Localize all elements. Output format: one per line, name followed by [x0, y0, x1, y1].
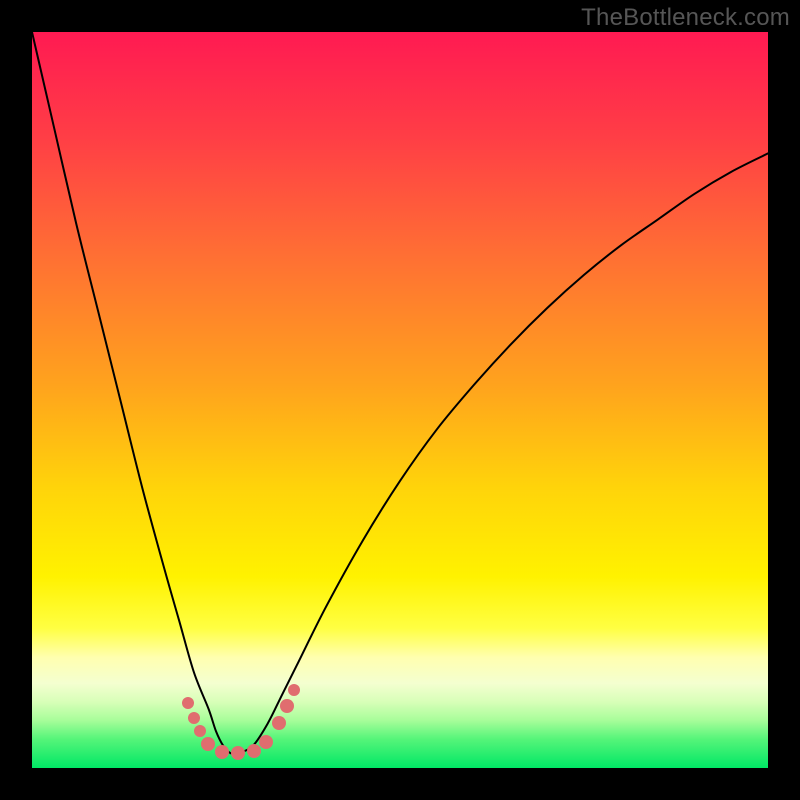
highlight-marker	[280, 699, 294, 713]
highlight-marker	[231, 746, 245, 760]
plot-area	[32, 32, 768, 768]
highlight-marker	[288, 684, 300, 696]
highlight-marker	[259, 735, 273, 749]
highlight-marker	[188, 712, 200, 724]
highlight-marker	[272, 716, 286, 730]
highlight-marker	[201, 737, 215, 751]
highlight-marker	[215, 745, 229, 759]
highlight-marker	[194, 725, 206, 737]
background-gradient	[32, 32, 768, 768]
outer-frame: TheBottleneck.com	[0, 0, 800, 800]
highlight-marker	[247, 744, 261, 758]
highlight-marker	[182, 697, 194, 709]
watermark-text: TheBottleneck.com	[581, 4, 790, 32]
